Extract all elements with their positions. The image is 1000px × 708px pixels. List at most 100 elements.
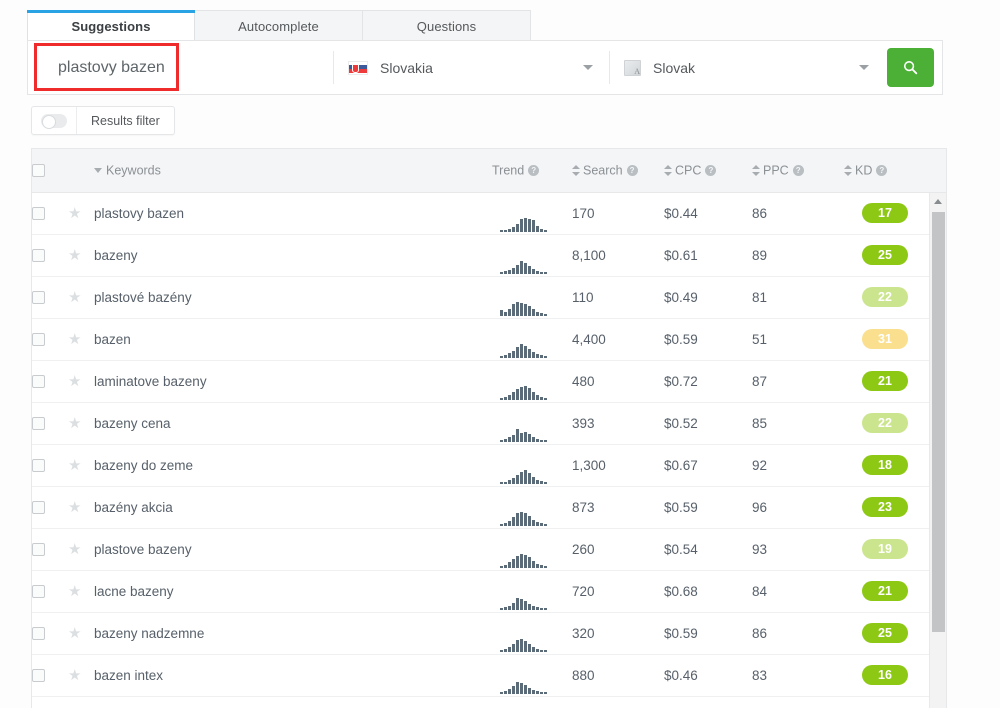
help-icon[interactable]: ? — [705, 165, 717, 177]
row-checkbox[interactable] — [32, 417, 45, 431]
table-row[interactable]: ★ bazen intex 880 $0.46 83 16 — [32, 654, 946, 697]
table-row[interactable]: ★ plastové bazény 110 $0.49 81 22 — [32, 276, 946, 319]
row-favorite-cell: ★ — [68, 444, 94, 487]
star-icon[interactable]: ★ — [68, 415, 81, 432]
star-icon[interactable]: ★ — [68, 667, 81, 684]
row-checkbox[interactable] — [32, 459, 45, 473]
star-icon[interactable]: ★ — [68, 331, 81, 348]
table-row[interactable]: ★ lacne bazeny 720 $0.68 84 21 — [32, 570, 946, 613]
row-checkbox[interactable] — [32, 627, 45, 641]
row-checkbox[interactable] — [32, 375, 45, 389]
keyword-cell[interactable]: bazeny — [94, 234, 492, 277]
scroll-up-button[interactable] — [930, 193, 946, 210]
help-icon[interactable]: ? — [626, 165, 638, 177]
row-checkbox[interactable] — [32, 249, 45, 263]
table-row[interactable]: ★ bazény akcia 873 $0.59 96 23 — [32, 486, 946, 529]
results-filter-toggle[interactable] — [32, 107, 77, 134]
scrollbar-thumb[interactable] — [932, 212, 945, 632]
star-header — [68, 149, 94, 193]
cpc-cell: $0.44 — [664, 192, 752, 235]
keyword-cell[interactable]: bazen intex — [94, 654, 492, 697]
row-checkbox[interactable] — [32, 291, 45, 305]
table-row[interactable]: ★ laminatove bazeny 480 $0.72 87 21 — [32, 360, 946, 403]
help-icon[interactable]: ? — [876, 165, 888, 177]
search-volume-cell — [572, 696, 664, 708]
row-favorite-cell: ★ — [68, 654, 94, 697]
cpc-cell: $0.46 — [664, 654, 752, 697]
star-icon[interactable]: ★ — [68, 499, 81, 516]
star-icon[interactable]: ★ — [68, 373, 81, 390]
search-volume-cell: 320 — [572, 612, 664, 655]
row-select-cell — [32, 444, 68, 487]
table-row[interactable]: ★ bazeny 8,100 $0.61 89 25 — [32, 234, 946, 277]
table-row[interactable]: ★ plastovy bazen 170 $0.44 86 17 — [32, 192, 946, 235]
help-icon[interactable]: ? — [528, 165, 540, 177]
language-select[interactable]: Slovak — [610, 41, 885, 94]
row-checkbox[interactable] — [32, 207, 45, 221]
keyword-cell[interactable]: bazen — [94, 318, 492, 361]
star-icon[interactable]: ★ — [68, 625, 81, 642]
help-icon[interactable]: ? — [792, 165, 804, 177]
star-icon[interactable]: ★ — [68, 457, 81, 474]
star-icon[interactable]: ★ — [68, 247, 81, 264]
kd-badge: 16 — [862, 665, 908, 685]
search-button[interactable] — [887, 48, 934, 87]
star-icon[interactable]: ★ — [68, 289, 81, 306]
row-select-cell — [32, 696, 68, 708]
table-row[interactable]: ★ bazeny nadzemne 320 $0.59 86 25 — [32, 612, 946, 655]
kd-badge: 18 — [862, 455, 908, 475]
country-select[interactable]: Slovakia — [334, 41, 609, 94]
keyword-input[interactable] — [28, 41, 333, 94]
kd-badge: 21 — [862, 581, 908, 601]
table-row[interactable]: ★ — [32, 696, 946, 708]
tab-suggestions[interactable]: Suggestions — [27, 10, 195, 42]
tab-questions[interactable]: Questions — [363, 10, 531, 41]
keyword-cell[interactable]: bazeny nadzemne — [94, 612, 492, 655]
tab-questions-label: Questions — [416, 18, 477, 34]
trend-cell — [492, 360, 572, 403]
ppc-header[interactable]: PPC? — [752, 149, 844, 193]
sort-desc-icon — [94, 168, 102, 174]
keyword-cell[interactable]: plastové bazény — [94, 276, 492, 319]
kd-header[interactable]: KD? — [844, 149, 946, 193]
keyword-cell[interactable]: plastove bazeny — [94, 528, 492, 571]
results-filter-button[interactable]: Results filter — [77, 107, 174, 134]
cpc-cell: $0.49 — [664, 276, 752, 319]
ppc-cell: 86 — [752, 612, 844, 655]
tab-autocomplete[interactable]: Autocomplete — [195, 10, 363, 41]
keyword-cell[interactable]: bazeny cena — [94, 402, 492, 445]
search-volume-cell: 880 — [572, 654, 664, 697]
search-header[interactable]: Search? — [572, 149, 664, 193]
row-checkbox[interactable] — [32, 669, 45, 683]
keyword-cell[interactable] — [94, 696, 492, 708]
keywords-header[interactable]: Keywords — [94, 149, 492, 193]
tab-suggestions-label: Suggestions — [71, 18, 151, 34]
cpc-header[interactable]: CPC? — [664, 149, 752, 193]
row-checkbox[interactable] — [32, 543, 45, 557]
row-checkbox[interactable] — [32, 501, 45, 515]
table-row[interactable]: ★ bazen 4,400 $0.59 51 31 — [32, 318, 946, 361]
search-header-label: Search — [583, 163, 623, 178]
table-scrollbar[interactable] — [929, 193, 946, 708]
keyword-cell[interactable]: bazény akcia — [94, 486, 492, 529]
table-row[interactable]: ★ bazeny do zeme 1,300 $0.67 92 18 — [32, 444, 946, 487]
table-row[interactable]: ★ bazeny cena 393 $0.52 85 22 — [32, 402, 946, 445]
star-icon[interactable]: ★ — [68, 205, 81, 222]
select-all-checkbox[interactable] — [32, 164, 45, 178]
trend-header[interactable]: Trend? — [492, 149, 572, 193]
select-all-header — [32, 149, 68, 193]
row-checkbox[interactable] — [32, 333, 45, 347]
chevron-down-icon — [859, 65, 869, 70]
table-row[interactable]: ★ plastove bazeny 260 $0.54 93 19 — [32, 528, 946, 571]
trend-cell — [492, 276, 572, 319]
row-checkbox[interactable] — [32, 585, 45, 599]
keyword-cell[interactable]: laminatove bazeny — [94, 360, 492, 403]
star-icon[interactable]: ★ — [68, 583, 81, 600]
keyword-cell[interactable]: bazeny do zeme — [94, 444, 492, 487]
keyword-cell[interactable]: plastovy bazen — [94, 192, 492, 235]
keyword-cell[interactable]: lacne bazeny — [94, 570, 492, 613]
star-icon[interactable]: ★ — [68, 541, 81, 558]
country-select-label: Slovakia — [380, 59, 433, 76]
search-volume-cell: 8,100 — [572, 234, 664, 277]
search-volume-cell: 260 — [572, 528, 664, 571]
